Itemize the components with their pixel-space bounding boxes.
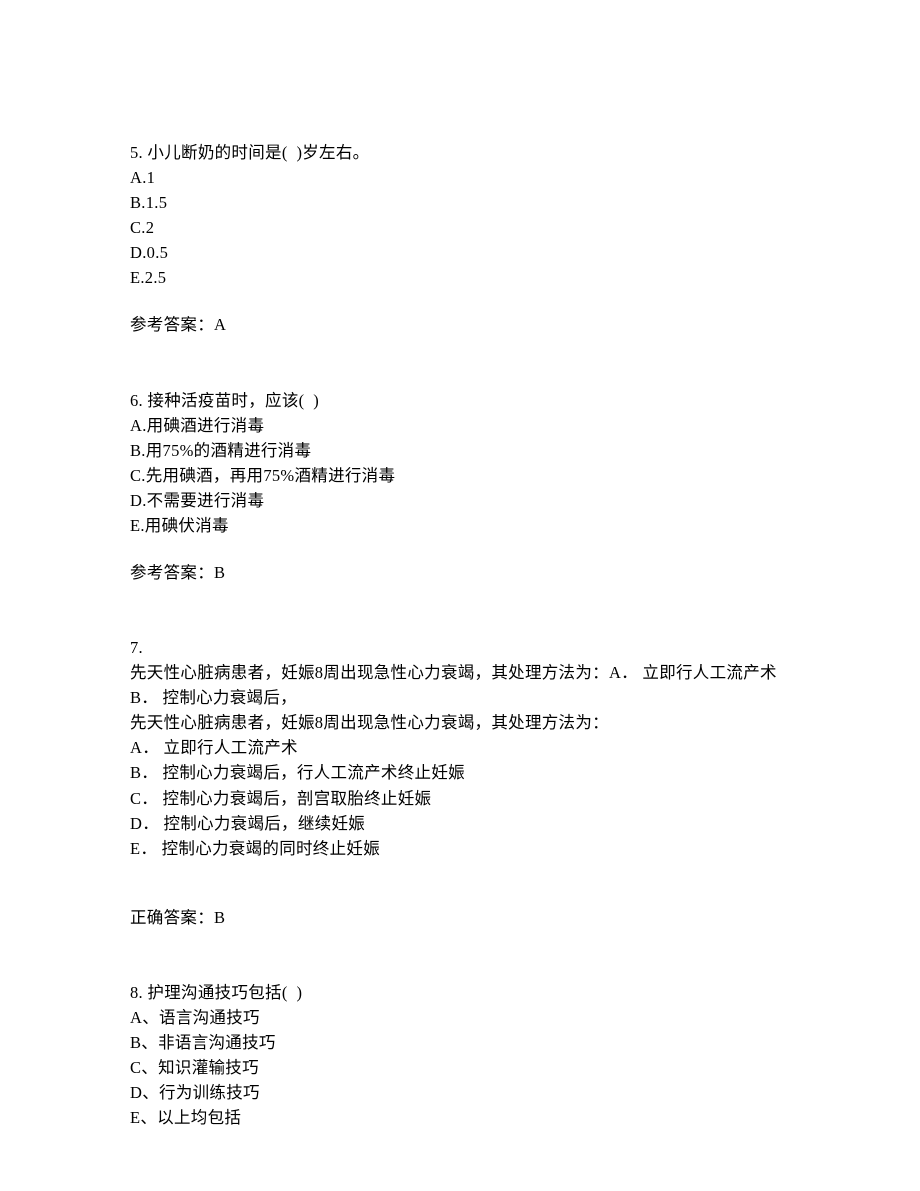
question-stem: 6. 接种活疫苗时，应该( ) bbox=[130, 388, 790, 413]
answer-value: A bbox=[214, 315, 226, 334]
answer-label: 正确答案： bbox=[130, 908, 214, 927]
option-b: B.1.5 bbox=[130, 190, 790, 215]
answer-line: 正确答案：B bbox=[130, 905, 790, 930]
answer-line: 参考答案：A bbox=[130, 312, 790, 337]
question-text: 护理沟通技巧包括( ) bbox=[147, 983, 302, 1002]
option-b: B． 控制心力衰竭后，行人工流产术终止妊娠 bbox=[130, 760, 790, 785]
option-e: E． 控制心力衰竭的同时终止妊娠 bbox=[130, 836, 790, 861]
question-6: 6. 接种活疫苗时，应该( ) A.用碘酒进行消毒 B.用75%的酒精进行消毒 … bbox=[130, 388, 790, 586]
option-a: A.用碘酒进行消毒 bbox=[130, 413, 790, 438]
option-d: D.不需要进行消毒 bbox=[130, 488, 790, 513]
question-stem: 8. 护理沟通技巧包括( ) bbox=[130, 980, 790, 1005]
option-a: A． 立即行人工流产术 bbox=[130, 735, 790, 760]
question-number: 5. bbox=[130, 143, 143, 162]
option-e: E.2.5 bbox=[130, 265, 790, 290]
answer-line: 参考答案：B bbox=[130, 560, 790, 585]
answer-value: B bbox=[214, 908, 225, 927]
option-a: A.1 bbox=[130, 165, 790, 190]
question-text: 小儿断奶的时间是( )岁左右。 bbox=[147, 143, 369, 162]
option-e: E.用碘伏消毒 bbox=[130, 513, 790, 538]
option-a: A、语言沟通技巧 bbox=[130, 1005, 790, 1030]
question-number: 8. bbox=[130, 983, 143, 1002]
question-number: 6. bbox=[130, 391, 143, 410]
option-d: D.0.5 bbox=[130, 240, 790, 265]
question-7: 7. 先天性心脏病患者，妊娠8周出现急性心力衰竭，其处理方法为：A． 立即行人工… bbox=[130, 635, 790, 930]
question-text: 接种活疫苗时，应该( ) bbox=[147, 391, 319, 410]
option-e: E、以上均包括 bbox=[130, 1105, 790, 1130]
question-preline-2: 先天性心脏病患者，妊娠8周出现急性心力衰竭，其处理方法为： bbox=[130, 710, 790, 735]
option-c: C.先用碘酒，再用75%酒精进行消毒 bbox=[130, 463, 790, 488]
option-d: D、行为训练技巧 bbox=[130, 1080, 790, 1105]
answer-value: B bbox=[214, 563, 225, 582]
option-b: B.用75%的酒精进行消毒 bbox=[130, 438, 790, 463]
question-preline-1: 先天性心脏病患者，妊娠8周出现急性心力衰竭，其处理方法为：A． 立即行人工流产术… bbox=[130, 660, 790, 710]
option-c: C． 控制心力衰竭后，剖宫取胎终止妊娠 bbox=[130, 786, 790, 811]
answer-label: 参考答案： bbox=[130, 315, 214, 334]
question-8: 8. 护理沟通技巧包括( ) A、语言沟通技巧 B、非语言沟通技巧 C、知识灌输… bbox=[130, 980, 790, 1130]
option-c: C.2 bbox=[130, 215, 790, 240]
question-5: 5. 小儿断奶的时间是( )岁左右。 A.1 B.1.5 C.2 D.0.5 E… bbox=[130, 140, 790, 338]
option-d: D． 控制心力衰竭后，继续妊娠 bbox=[130, 811, 790, 836]
answer-label: 参考答案： bbox=[130, 563, 214, 582]
question-number: 7. bbox=[130, 635, 790, 660]
option-c: C、知识灌输技巧 bbox=[130, 1055, 790, 1080]
option-b: B、非语言沟通技巧 bbox=[130, 1030, 790, 1055]
question-stem: 5. 小儿断奶的时间是( )岁左右。 bbox=[130, 140, 790, 165]
